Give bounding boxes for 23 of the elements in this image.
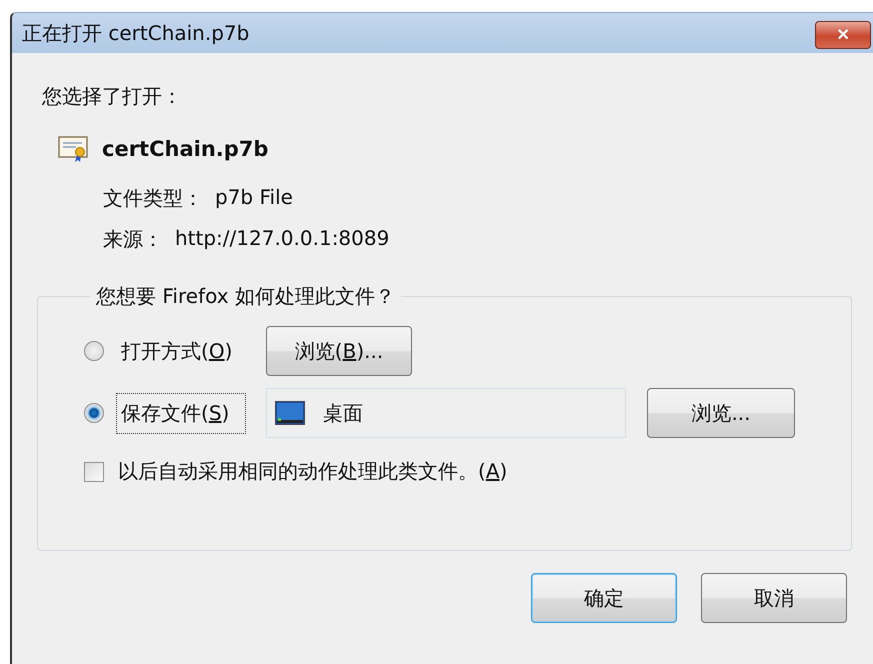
desktop-icon: [275, 401, 305, 425]
checkbox[interactable]: [84, 462, 104, 482]
file-name: certChain.p7b: [102, 137, 268, 161]
certificate-icon: [58, 135, 90, 163]
intro-text: 您选择了打开：: [42, 83, 183, 109]
window-title: 正在打开 certChain.p7b: [22, 20, 250, 46]
checkbox-label[interactable]: 以后自动采用相同的动作处理此类文件。(A): [118, 458, 508, 485]
file-type-label: 文件类型：: [103, 185, 203, 212]
folder-name: 桌面: [323, 400, 363, 426]
radio-button[interactable]: [84, 341, 104, 361]
browse-button[interactable]: 浏览(B)...: [266, 326, 412, 376]
group-legend: 您想要 Firefox 如何处理此文件？: [90, 283, 401, 310]
browse-button[interactable]: 浏览...: [647, 388, 795, 438]
source-value: http://127.0.0.1:8089: [175, 226, 390, 252]
source-label: 来源：: [103, 226, 163, 253]
dialog-button[interactable]: 取消: [701, 573, 847, 623]
file-type-value: p7b File: [215, 185, 293, 211]
option-label[interactable]: 保存文件(S): [116, 392, 246, 434]
dialog-button[interactable]: 确定: [531, 573, 677, 623]
folder-field[interactable]: 桌面: [266, 388, 626, 438]
radio-button[interactable]: [84, 403, 104, 423]
option-label[interactable]: 打开方式(O): [116, 330, 246, 372]
close-button[interactable]: ✕: [815, 21, 871, 49]
